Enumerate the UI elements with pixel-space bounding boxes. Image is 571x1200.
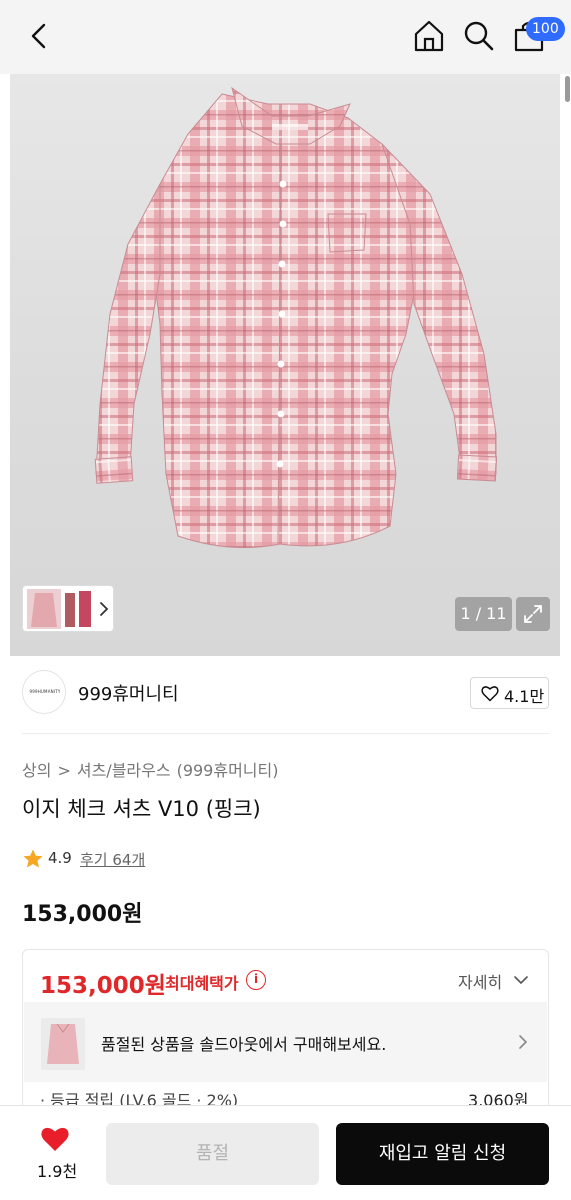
brand-like-button[interactable]: 4.1만 [470,677,549,709]
product-price: 153,000원 [22,902,143,927]
chevron-right-icon[interactable] [97,598,111,620]
search-icon[interactable] [462,18,496,54]
shirt-image [94,86,498,549]
max-benefit-price: 153,000원 [40,973,166,999]
breadcrumb-item-shirts[interactable]: 셔츠/블라우스 [77,761,171,780]
chevron-right-icon [519,1035,528,1049]
thumbnail-images [27,589,91,629]
chevron-down-icon[interactable] [513,974,529,986]
expand-button[interactable] [516,597,550,631]
hero-margin [560,74,571,656]
bottom-action-bar: 1.9천 품절 재입고 알림 신청 [0,1105,571,1200]
product-title: 이지 체크 셔츠 V10 (핑크) [22,797,261,821]
chevron-left-icon[interactable] [22,18,58,54]
breadcrumb-separator: > [57,761,71,780]
breadcrumb: 상의 > 셔츠/블라우스 (999휴머니티) [22,757,284,781]
brand-like-count: 4.1만 [504,687,545,706]
soldout-product-thumbnail [41,1018,85,1070]
top-navigation-bar: 100 [0,0,571,74]
brand-logo-text: 999HUMANITY [29,689,61,694]
soldout-button[interactable]: 품절 [106,1123,319,1185]
breadcrumb-item-top[interactable]: 상의 [22,761,51,780]
divider [22,733,549,734]
restock-alert-button[interactable]: 재입고 알림 신청 [336,1123,549,1185]
home-icon[interactable] [412,18,446,54]
product-image[interactable] [10,74,560,656]
brand-logo[interactable]: 999HUMANITY [22,670,66,714]
expand-icon [524,605,542,623]
thumbnail-strip[interactable] [22,585,114,632]
breadcrumb-item-brand[interactable]: (999휴머니티) [177,761,279,780]
scrollbar-thumb[interactable] [565,76,570,102]
soldout-promo-text: 품절된 상품을 솔드아웃에서 구매해보세요. [101,1035,387,1054]
heart-filled-icon[interactable] [40,1126,70,1153]
rating-value: 4.9 [48,849,72,867]
image-pager: 1 / 11 [455,597,512,631]
hero-margin [0,74,10,656]
cart-count-badge: 100 [526,17,565,41]
detail-toggle[interactable]: 자세히 [458,969,502,993]
heart-outline-icon [481,686,499,702]
soldout-promo-banner[interactable]: 품절된 상품을 솔드아웃에서 구매해보세요. [24,1002,547,1082]
wish-count: 1.9천 [37,1162,78,1181]
star-icon [23,849,43,868]
brand-name[interactable]: 999휴머니티 [78,680,179,706]
reviews-link[interactable]: 후기 64개 [80,849,145,870]
max-benefit-label: 최대혜택가 [165,974,239,993]
info-icon[interactable]: i [246,970,266,990]
